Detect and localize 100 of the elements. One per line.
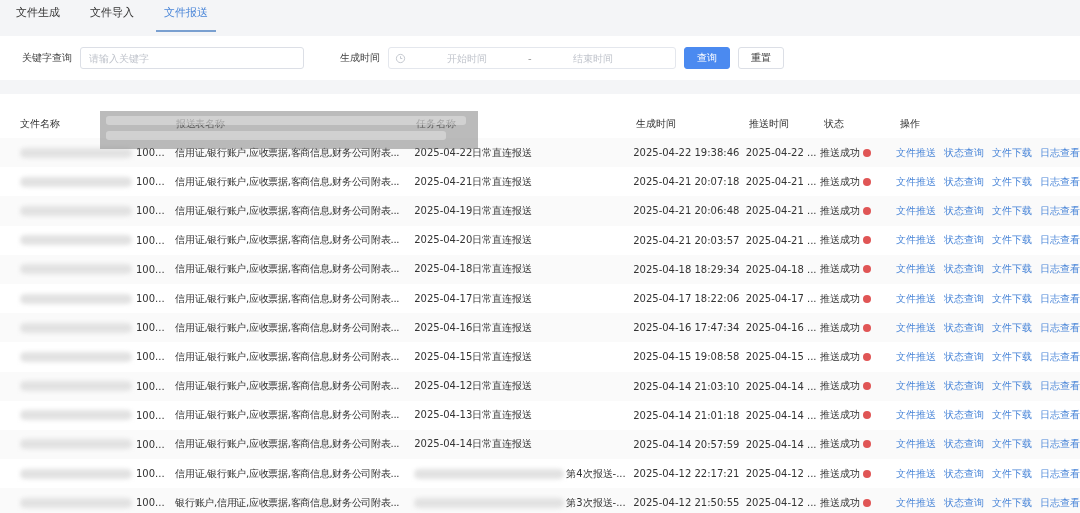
search-button[interactable]: 查询 [684, 47, 730, 69]
table-cell-text: 信用证,银行账户,应收票据,客商信息,财务公司附表... [175, 320, 401, 335]
action-link[interactable]: 文件下载 [992, 349, 1032, 364]
action-link[interactable]: 文件推送 [896, 408, 936, 423]
action-link[interactable]: 状态查询 [944, 320, 984, 335]
table-cell: 2025-04-22日常直连报送 [414, 145, 533, 160]
action-link[interactable]: 日志查看 [1040, 495, 1080, 510]
action-link[interactable]: 日志查看 [1040, 320, 1080, 335]
alert-icon [863, 469, 872, 478]
table-cell: 2025-04-13日常直连报送 [414, 408, 533, 423]
table-cell: 2025-04-21日常直连报送 [414, 174, 533, 189]
action-link[interactable]: 状态查询 [944, 203, 984, 218]
status-text: 推送成功 [820, 495, 861, 510]
table-cell: 2025-04-12日常直连报送 [414, 379, 533, 394]
action-link[interactable]: 状态查询 [944, 262, 984, 277]
action-link[interactable]: 文件下载 [992, 203, 1032, 218]
action-link[interactable]: 文件下载 [992, 437, 1032, 452]
action-link[interactable]: 日志查看 [1040, 408, 1080, 423]
action-link[interactable]: 日志查看 [1040, 349, 1080, 364]
range-separator: - [528, 52, 532, 64]
table-cell-text: 2025-04-17 ... [745, 293, 818, 305]
table-cell: 100... [136, 380, 165, 392]
status-text: 推送成功 [820, 233, 861, 248]
tab[interactable]: 文件导入 [82, 0, 142, 32]
alert-icon [863, 265, 872, 274]
table-cell-text: 2025-04-22 ... [745, 147, 818, 159]
action-link[interactable]: 文件推送 [896, 320, 936, 335]
tab[interactable]: 文件报送 [156, 0, 216, 32]
action-link[interactable]: 状态查询 [944, 145, 984, 160]
action-link[interactable]: 文件下载 [992, 379, 1032, 394]
table-cell-text: 2025-04-14 ... [745, 438, 818, 450]
action-link[interactable]: 状态查询 [944, 233, 984, 248]
action-link[interactable]: 文件推送 [896, 495, 936, 510]
table-cell-text: 信用证,银行账户,应收票据,客商信息,财务公司附表... [175, 408, 401, 423]
table-cell-text: 2025-04-16 ... [745, 322, 818, 334]
tab[interactable]: 文件生成 [8, 0, 68, 32]
action-link[interactable]: 日志查看 [1040, 466, 1080, 481]
table-cell-text: 2025-04-14 21:03:10 [633, 380, 741, 392]
status-text: 推送成功 [820, 262, 861, 277]
status-text: 推送成功 [820, 466, 861, 481]
action-link[interactable]: 日志查看 [1040, 145, 1080, 160]
table-cell-text: 2025-04-21 20:03:57 [633, 234, 741, 246]
reset-button[interactable]: 重置 [738, 47, 784, 69]
action-link[interactable]: 状态查询 [944, 174, 984, 189]
action-link[interactable]: 文件下载 [992, 291, 1032, 306]
table-cell: 100... [136, 322, 165, 334]
column-header: 文件名称 [19, 117, 61, 131]
action-link[interactable]: 状态查询 [944, 291, 984, 306]
action-link[interactable]: 状态查询 [944, 495, 984, 510]
action-link[interactable]: 文件下载 [992, 466, 1032, 481]
table-cell: 100... [136, 263, 165, 275]
action-link[interactable]: 状态查询 [944, 466, 984, 481]
table-cell: 100... [136, 205, 165, 217]
action-link[interactable]: 文件下载 [992, 262, 1032, 277]
table-cell: 第3次报送-... [566, 495, 626, 510]
table-cell: 2025-04-18日常直连报送 [414, 262, 533, 277]
table-cell: 100... [136, 468, 165, 480]
action-link[interactable]: 文件推送 [896, 437, 936, 452]
action-link[interactable]: 文件推送 [896, 233, 936, 248]
action-link[interactable]: 文件下载 [992, 174, 1032, 189]
action-link[interactable]: 文件推送 [896, 291, 936, 306]
keyword-label: 关键字查询 [22, 51, 72, 65]
action-link[interactable]: 文件下载 [992, 233, 1032, 248]
action-link[interactable]: 日志查看 [1040, 233, 1080, 248]
column-header: 操作 [900, 117, 921, 131]
action-link[interactable]: 日志查看 [1040, 291, 1080, 306]
table-cell-text: 2025-04-15 ... [745, 351, 818, 363]
action-link[interactable]: 文件下载 [992, 408, 1032, 423]
table-cell: 2025-04-14日常直连报送 [414, 437, 533, 452]
table-cell-text: 信用证,银行账户,应收票据,客商信息,财务公司附表... [175, 203, 401, 218]
action-link[interactable]: 文件推送 [896, 174, 936, 189]
table-cell-text: 信用证,银行账户,应收票据,客商信息,财务公司附表... [175, 262, 401, 277]
action-link[interactable]: 文件推送 [896, 349, 936, 364]
alert-icon [863, 236, 872, 245]
action-link[interactable]: 日志查看 [1040, 379, 1080, 394]
action-link[interactable]: 日志查看 [1040, 174, 1080, 189]
action-link[interactable]: 日志查看 [1040, 203, 1080, 218]
table-cell-text: 信用证,银行账户,应收票据,客商信息,财务公司附表... [175, 379, 401, 394]
alert-icon [863, 148, 872, 157]
action-link[interactable]: 状态查询 [944, 408, 984, 423]
action-link[interactable]: 文件下载 [992, 145, 1032, 160]
table-cell: 2025-04-20日常直连报送 [414, 233, 533, 248]
table-cell-text: 信用证,银行账户,应收票据,客商信息,财务公司附表... [175, 174, 401, 189]
table-cell: 100... [136, 438, 165, 450]
column-header: 状态 [824, 117, 845, 131]
table-cell: 100... [136, 234, 165, 246]
action-link[interactable]: 文件下载 [992, 495, 1032, 510]
table-cell-text: 2025-04-17 18:22:06 [633, 293, 741, 305]
action-link[interactable]: 文件推送 [896, 203, 936, 218]
action-link[interactable]: 文件推送 [896, 145, 936, 160]
action-link[interactable]: 文件推送 [896, 466, 936, 481]
action-link[interactable]: 状态查询 [944, 379, 984, 394]
action-link[interactable]: 文件下载 [992, 320, 1032, 335]
action-link[interactable]: 文件推送 [896, 379, 936, 394]
action-link[interactable]: 状态查询 [944, 349, 984, 364]
action-link[interactable]: 文件推送 [896, 262, 936, 277]
table-cell-text: 2025-04-12 ... [745, 468, 818, 480]
action-link[interactable]: 状态查询 [944, 437, 984, 452]
action-link[interactable]: 日志查看 [1040, 437, 1080, 452]
action-link[interactable]: 日志查看 [1040, 262, 1080, 277]
